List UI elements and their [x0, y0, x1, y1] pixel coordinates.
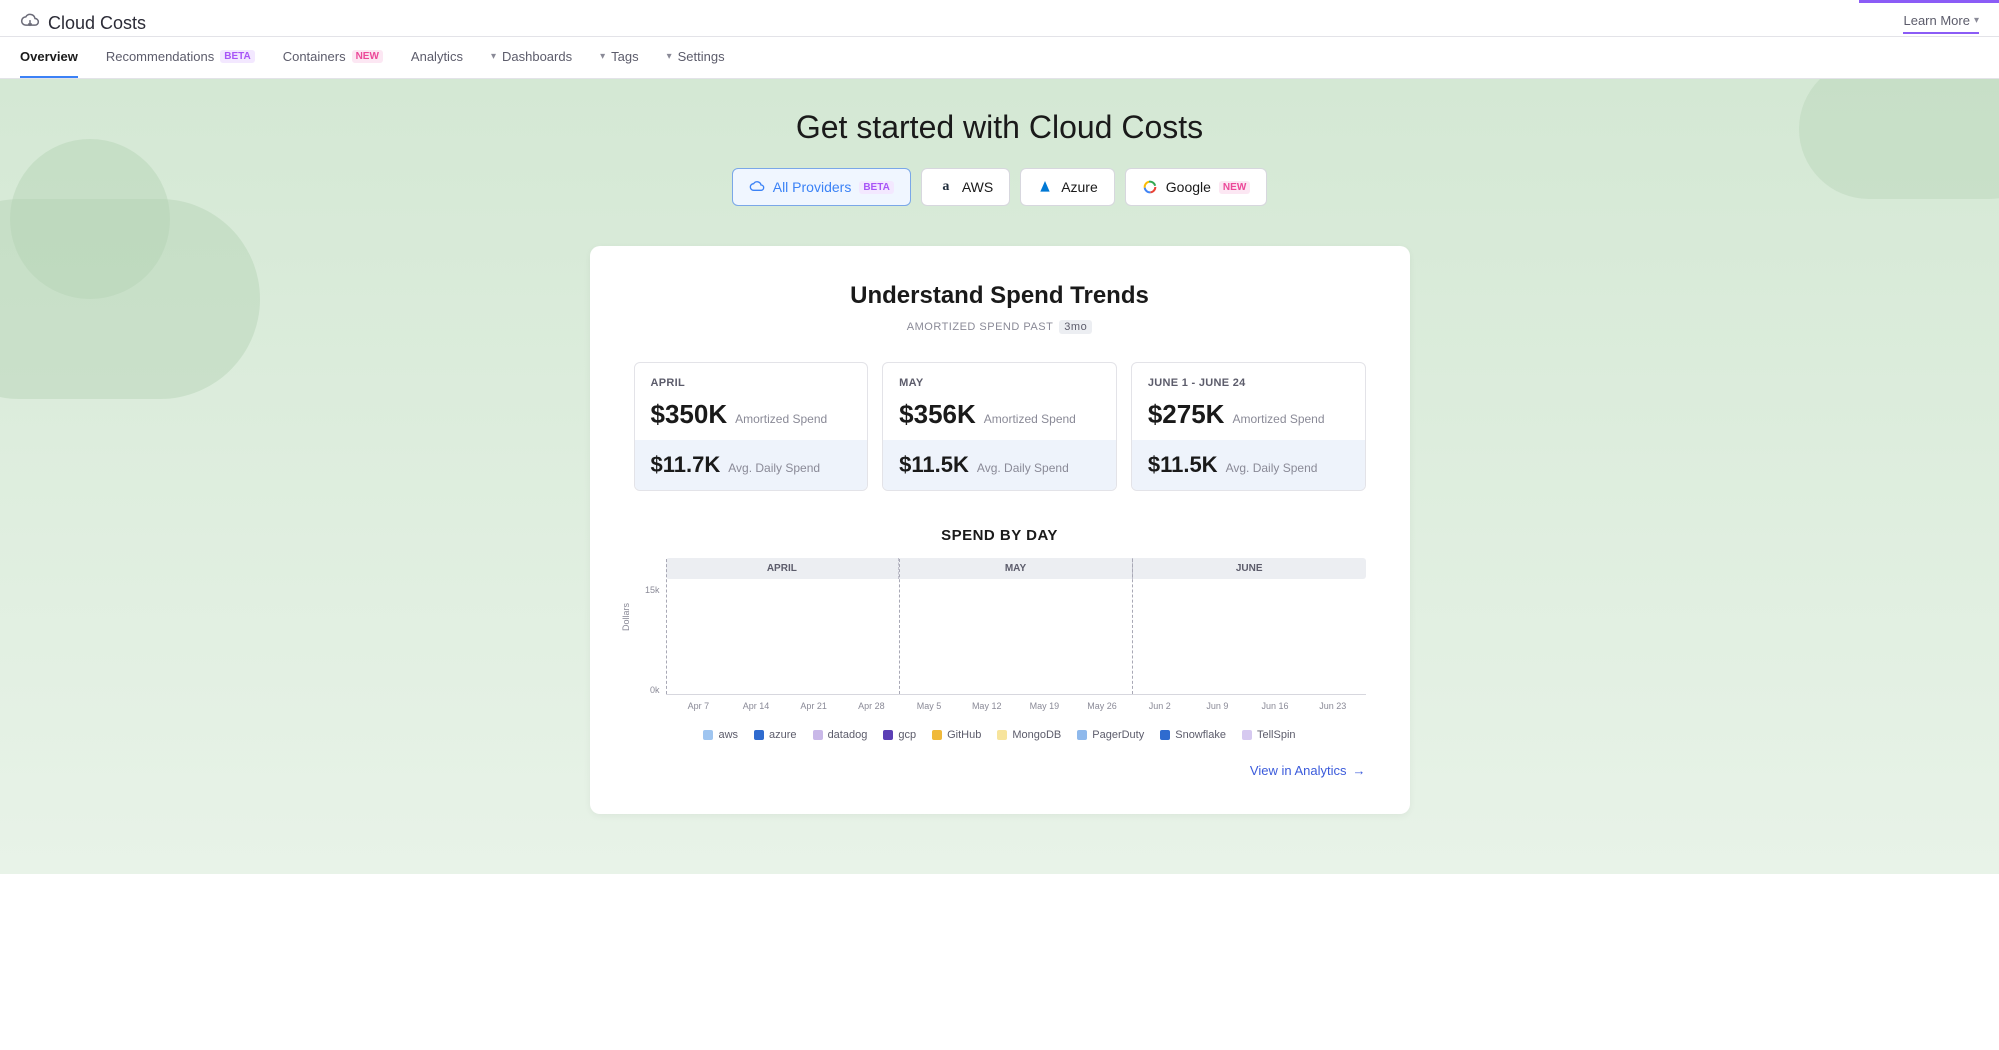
aws-icon: a — [938, 179, 954, 195]
amortized-value: $350K — [651, 399, 728, 430]
daily-label: Avg. Daily Spend — [728, 461, 820, 475]
y-tick: 0k — [650, 685, 660, 695]
summary-card: MAY $356K Amortized Spend $11.5K Avg. Da… — [882, 362, 1117, 491]
amortized-label: Amortized Spend — [1232, 412, 1324, 426]
badge: NEW — [1219, 181, 1250, 194]
legend-swatch — [1242, 730, 1252, 740]
chevron-down-icon: ▾ — [667, 51, 672, 62]
x-tick: May 26 — [1073, 701, 1131, 711]
page-title: Cloud Costs — [48, 13, 146, 34]
amortized-label: Amortized Spend — [984, 412, 1076, 426]
x-tick: May 12 — [958, 701, 1016, 711]
nav-settings[interactable]: ▾Settings — [667, 37, 725, 78]
summary-card: APRIL $350K Amortized Spend $11.7K Avg. … — [634, 362, 869, 491]
x-tick: Apr 14 — [727, 701, 785, 711]
legend-item: datadog — [813, 729, 868, 741]
legend-swatch — [754, 730, 764, 740]
provider-all-providers[interactable]: All ProvidersBETA — [732, 168, 911, 206]
legend-swatch — [1077, 730, 1087, 740]
view-in-analytics-link[interactable]: View in Analytics → — [634, 763, 1366, 778]
nav-dashboards[interactable]: ▾Dashboards — [491, 37, 572, 78]
provider-selector: All ProvidersBETA aAWS Azure GoogleNEW — [0, 168, 1999, 206]
summary-month: APRIL — [651, 377, 852, 389]
legend-swatch — [883, 730, 893, 740]
month-header: MAY — [899, 558, 1133, 579]
daily-value: $11.5K — [899, 452, 969, 478]
nav-overview[interactable]: Overview — [20, 37, 78, 78]
legend-swatch — [1160, 730, 1170, 740]
nav-containers[interactable]: ContainersNEW — [283, 37, 383, 78]
card-title: Understand Spend Trends — [634, 282, 1366, 310]
x-tick: May 19 — [1016, 701, 1074, 711]
legend-item: azure — [754, 729, 797, 741]
legend-item: GitHub — [932, 729, 981, 741]
summary-month: MAY — [899, 377, 1100, 389]
chevron-down-icon: ▾ — [491, 51, 496, 62]
chevron-down-icon: ▾ — [600, 51, 605, 62]
month-header: JUNE — [1133, 558, 1366, 579]
x-tick: Jun 2 — [1131, 701, 1189, 711]
amortized-value: $356K — [899, 399, 976, 430]
legend-item: aws — [703, 729, 738, 741]
y-axis-label: Dollars — [621, 603, 631, 631]
x-tick: Jun 16 — [1246, 701, 1304, 711]
cloud-icon — [749, 179, 765, 195]
legend-item: MongoDB — [997, 729, 1061, 741]
legend-swatch — [932, 730, 942, 740]
legend-item: gcp — [883, 729, 916, 741]
legend-item: TellSpin — [1242, 729, 1296, 741]
nav-analytics[interactable]: Analytics — [411, 37, 463, 78]
nav-tags[interactable]: ▾Tags — [600, 37, 639, 78]
x-tick: Apr 21 — [785, 701, 843, 711]
summary-month: JUNE 1 - JUNE 24 — [1148, 377, 1349, 389]
chevron-down-icon: ▾ — [1974, 15, 1979, 26]
daily-label: Avg. Daily Spend — [977, 461, 1069, 475]
amortized-value: $275K — [1148, 399, 1225, 430]
period-chip[interactable]: 3mo — [1059, 320, 1092, 334]
legend-swatch — [703, 730, 713, 740]
badge: BETA — [859, 181, 893, 194]
spend-by-day-chart: APRILMAYJUNE Dollars 15k 0k Apr 7Apr 14A… — [634, 558, 1366, 741]
x-tick: Jun 23 — [1304, 701, 1362, 711]
chart-title: SPEND BY DAY — [634, 527, 1366, 544]
month-header: APRIL — [666, 558, 900, 579]
provider-aws[interactable]: aAWS — [921, 168, 1010, 206]
badge: NEW — [352, 50, 383, 63]
daily-label: Avg. Daily Spend — [1226, 461, 1318, 475]
learn-more-link[interactable]: Learn More ▾ — [1903, 13, 1979, 34]
amortized-label: Amortized Spend — [735, 412, 827, 426]
card-subtitle: AMORTIZED SPEND PAST — [907, 321, 1054, 333]
provider-google[interactable]: GoogleNEW — [1125, 168, 1268, 206]
daily-value: $11.5K — [1148, 452, 1218, 478]
summary-card: JUNE 1 - JUNE 24 $275K Amortized Spend $… — [1131, 362, 1366, 491]
legend-swatch — [997, 730, 1007, 740]
x-tick: Apr 7 — [670, 701, 728, 711]
cloud-costs-icon — [20, 11, 40, 36]
google-icon — [1142, 179, 1158, 195]
hero-title: Get started with Cloud Costs — [0, 109, 1999, 146]
y-tick: 15k — [645, 585, 660, 595]
azure-icon — [1037, 179, 1053, 195]
badge: BETA — [220, 50, 254, 63]
main-nav: Overview RecommendationsBETA ContainersNEW… — [0, 37, 1999, 79]
spend-trends-card: Understand Spend Trends AMORTIZED SPEND … — [590, 246, 1410, 814]
provider-azure[interactable]: Azure — [1020, 168, 1115, 206]
x-tick: May 5 — [900, 701, 958, 711]
x-tick: Jun 9 — [1189, 701, 1247, 711]
legend-item: Snowflake — [1160, 729, 1226, 741]
legend-swatch — [813, 730, 823, 740]
daily-value: $11.7K — [651, 452, 721, 478]
legend-item: PagerDuty — [1077, 729, 1144, 741]
nav-recommendations[interactable]: RecommendationsBETA — [106, 37, 255, 78]
arrow-right-icon: → — [1353, 763, 1366, 778]
x-tick: Apr 28 — [843, 701, 901, 711]
